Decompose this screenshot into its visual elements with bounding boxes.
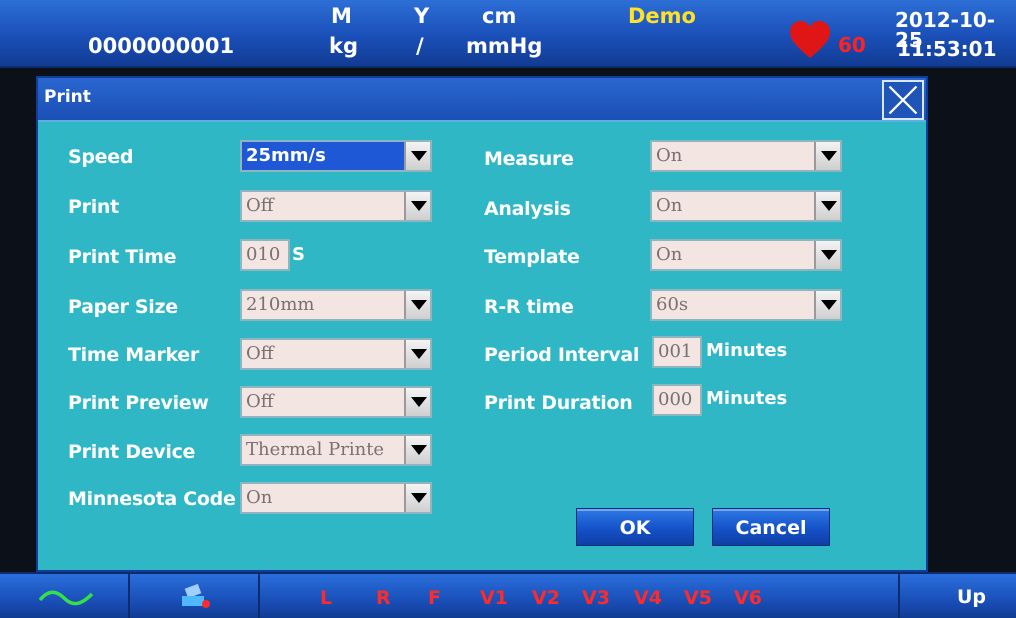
dropdown-arrow-icon[interactable] bbox=[404, 436, 430, 464]
time-marker-select[interactable]: Off bbox=[240, 338, 432, 370]
dialog-title: Print bbox=[44, 87, 91, 107]
print-select[interactable]: Off bbox=[240, 190, 432, 222]
measure-label: Measure bbox=[484, 148, 574, 170]
period-interval-label: Period Interval bbox=[484, 344, 640, 366]
time-marker-label: Time Marker bbox=[68, 344, 199, 366]
top-status-bar: 0000000001 M kg Y / cm mmHg Demo 60 2012… bbox=[0, 0, 1016, 68]
period-interval-unit: Minutes bbox=[706, 340, 788, 361]
lead-v3[interactable]: V3 bbox=[582, 587, 610, 609]
lead-r[interactable]: R bbox=[376, 587, 391, 609]
waveform-button[interactable] bbox=[0, 574, 130, 618]
dropdown-arrow-icon[interactable] bbox=[404, 388, 430, 416]
paper-size-select[interactable]: 210mm bbox=[240, 289, 432, 321]
print-device-value: Thermal Printe bbox=[246, 439, 385, 460]
speed-label: Speed bbox=[68, 146, 134, 168]
minnesota-code-value: On bbox=[246, 487, 273, 508]
lead-l[interactable]: L bbox=[320, 587, 332, 609]
dropdown-arrow-icon[interactable] bbox=[404, 291, 430, 319]
print-preview-value: Off bbox=[246, 391, 274, 412]
print-time-input[interactable]: 010 bbox=[240, 239, 290, 271]
analysis-select[interactable]: On bbox=[650, 190, 842, 222]
print-label: Print bbox=[68, 196, 119, 218]
print-value: Off bbox=[246, 195, 274, 216]
lead-v5[interactable]: V5 bbox=[684, 587, 712, 609]
close-icon[interactable] bbox=[882, 80, 924, 120]
paper-size-label: Paper Size bbox=[68, 296, 178, 318]
print-time-label: Print Time bbox=[68, 246, 177, 268]
print-device-label: Print Device bbox=[68, 441, 196, 463]
dropdown-arrow-icon[interactable] bbox=[404, 142, 430, 170]
print-duration-input[interactable]: 000 bbox=[652, 384, 702, 416]
lead-v2[interactable]: V2 bbox=[532, 587, 560, 609]
lead-v1[interactable]: V1 bbox=[480, 587, 508, 609]
speed-select[interactable]: 25mm/s bbox=[240, 140, 432, 172]
template-select[interactable]: On bbox=[650, 239, 842, 271]
patient-id: 0000000001 bbox=[88, 34, 235, 58]
dropdown-arrow-icon[interactable] bbox=[814, 241, 840, 269]
measure-select[interactable]: On bbox=[650, 140, 842, 172]
rr-time-label: R-R time bbox=[484, 296, 574, 318]
analysis-label: Analysis bbox=[484, 198, 571, 220]
template-value: On bbox=[656, 244, 683, 265]
heart-icon bbox=[790, 21, 830, 58]
template-label: Template bbox=[484, 246, 580, 268]
gender: M bbox=[331, 4, 352, 28]
heart-rate-value: 60 bbox=[838, 33, 866, 57]
demo-mode-label: Demo bbox=[628, 4, 696, 28]
dialog-title-bar: Print bbox=[38, 78, 926, 122]
printer-button[interactable] bbox=[130, 574, 260, 618]
rr-time-select[interactable]: 60s bbox=[650, 289, 842, 321]
dropdown-arrow-icon[interactable] bbox=[814, 192, 840, 220]
height-unit: cm bbox=[482, 4, 517, 28]
waveform-icon bbox=[38, 590, 94, 606]
ok-button[interactable]: OK bbox=[576, 508, 694, 546]
time-marker-value: Off bbox=[246, 343, 274, 364]
period-interval-input[interactable]: 001 bbox=[652, 336, 702, 368]
separator: / bbox=[416, 34, 424, 58]
lead-f[interactable]: F bbox=[428, 587, 441, 609]
print-preview-select[interactable]: Off bbox=[240, 386, 432, 418]
minnesota-code-label: Minnesota Code bbox=[68, 488, 236, 510]
age-unit: Y bbox=[414, 4, 430, 28]
weight-unit: kg bbox=[329, 34, 358, 58]
print-dialog: Print Speed 25mm/s Print Off Print Time … bbox=[36, 76, 928, 572]
printer-icon bbox=[182, 584, 210, 608]
minnesota-code-select[interactable]: On bbox=[240, 482, 432, 514]
dropdown-arrow-icon[interactable] bbox=[404, 340, 430, 368]
bottom-toolbar: L R F V1 V2 V3 V4 V5 V6 Up bbox=[0, 572, 1016, 618]
analysis-value: On bbox=[656, 195, 683, 216]
print-time-unit: S bbox=[292, 244, 305, 265]
print-preview-label: Print Preview bbox=[68, 392, 209, 414]
lead-selector: L R F V1 V2 V3 V4 V5 V6 bbox=[260, 574, 900, 618]
paper-size-value: 210mm bbox=[246, 294, 315, 315]
dropdown-arrow-icon[interactable] bbox=[814, 291, 840, 319]
speed-value: 25mm/s bbox=[246, 145, 326, 166]
time: 11:53:01 bbox=[897, 37, 997, 61]
print-duration-unit: Minutes bbox=[706, 388, 788, 409]
print-duration-label: Print Duration bbox=[484, 392, 633, 414]
up-button[interactable]: Up bbox=[957, 586, 986, 608]
dropdown-arrow-icon[interactable] bbox=[404, 192, 430, 220]
rr-time-value: 60s bbox=[656, 294, 689, 315]
dropdown-arrow-icon[interactable] bbox=[814, 142, 840, 170]
lead-v4[interactable]: V4 bbox=[634, 587, 662, 609]
print-device-select[interactable]: Thermal Printe bbox=[240, 434, 432, 466]
dropdown-arrow-icon[interactable] bbox=[404, 484, 430, 512]
bp-unit: mmHg bbox=[466, 34, 543, 58]
lead-v6[interactable]: V6 bbox=[734, 587, 762, 609]
measure-value: On bbox=[656, 145, 683, 166]
cancel-button[interactable]: Cancel bbox=[712, 508, 830, 546]
